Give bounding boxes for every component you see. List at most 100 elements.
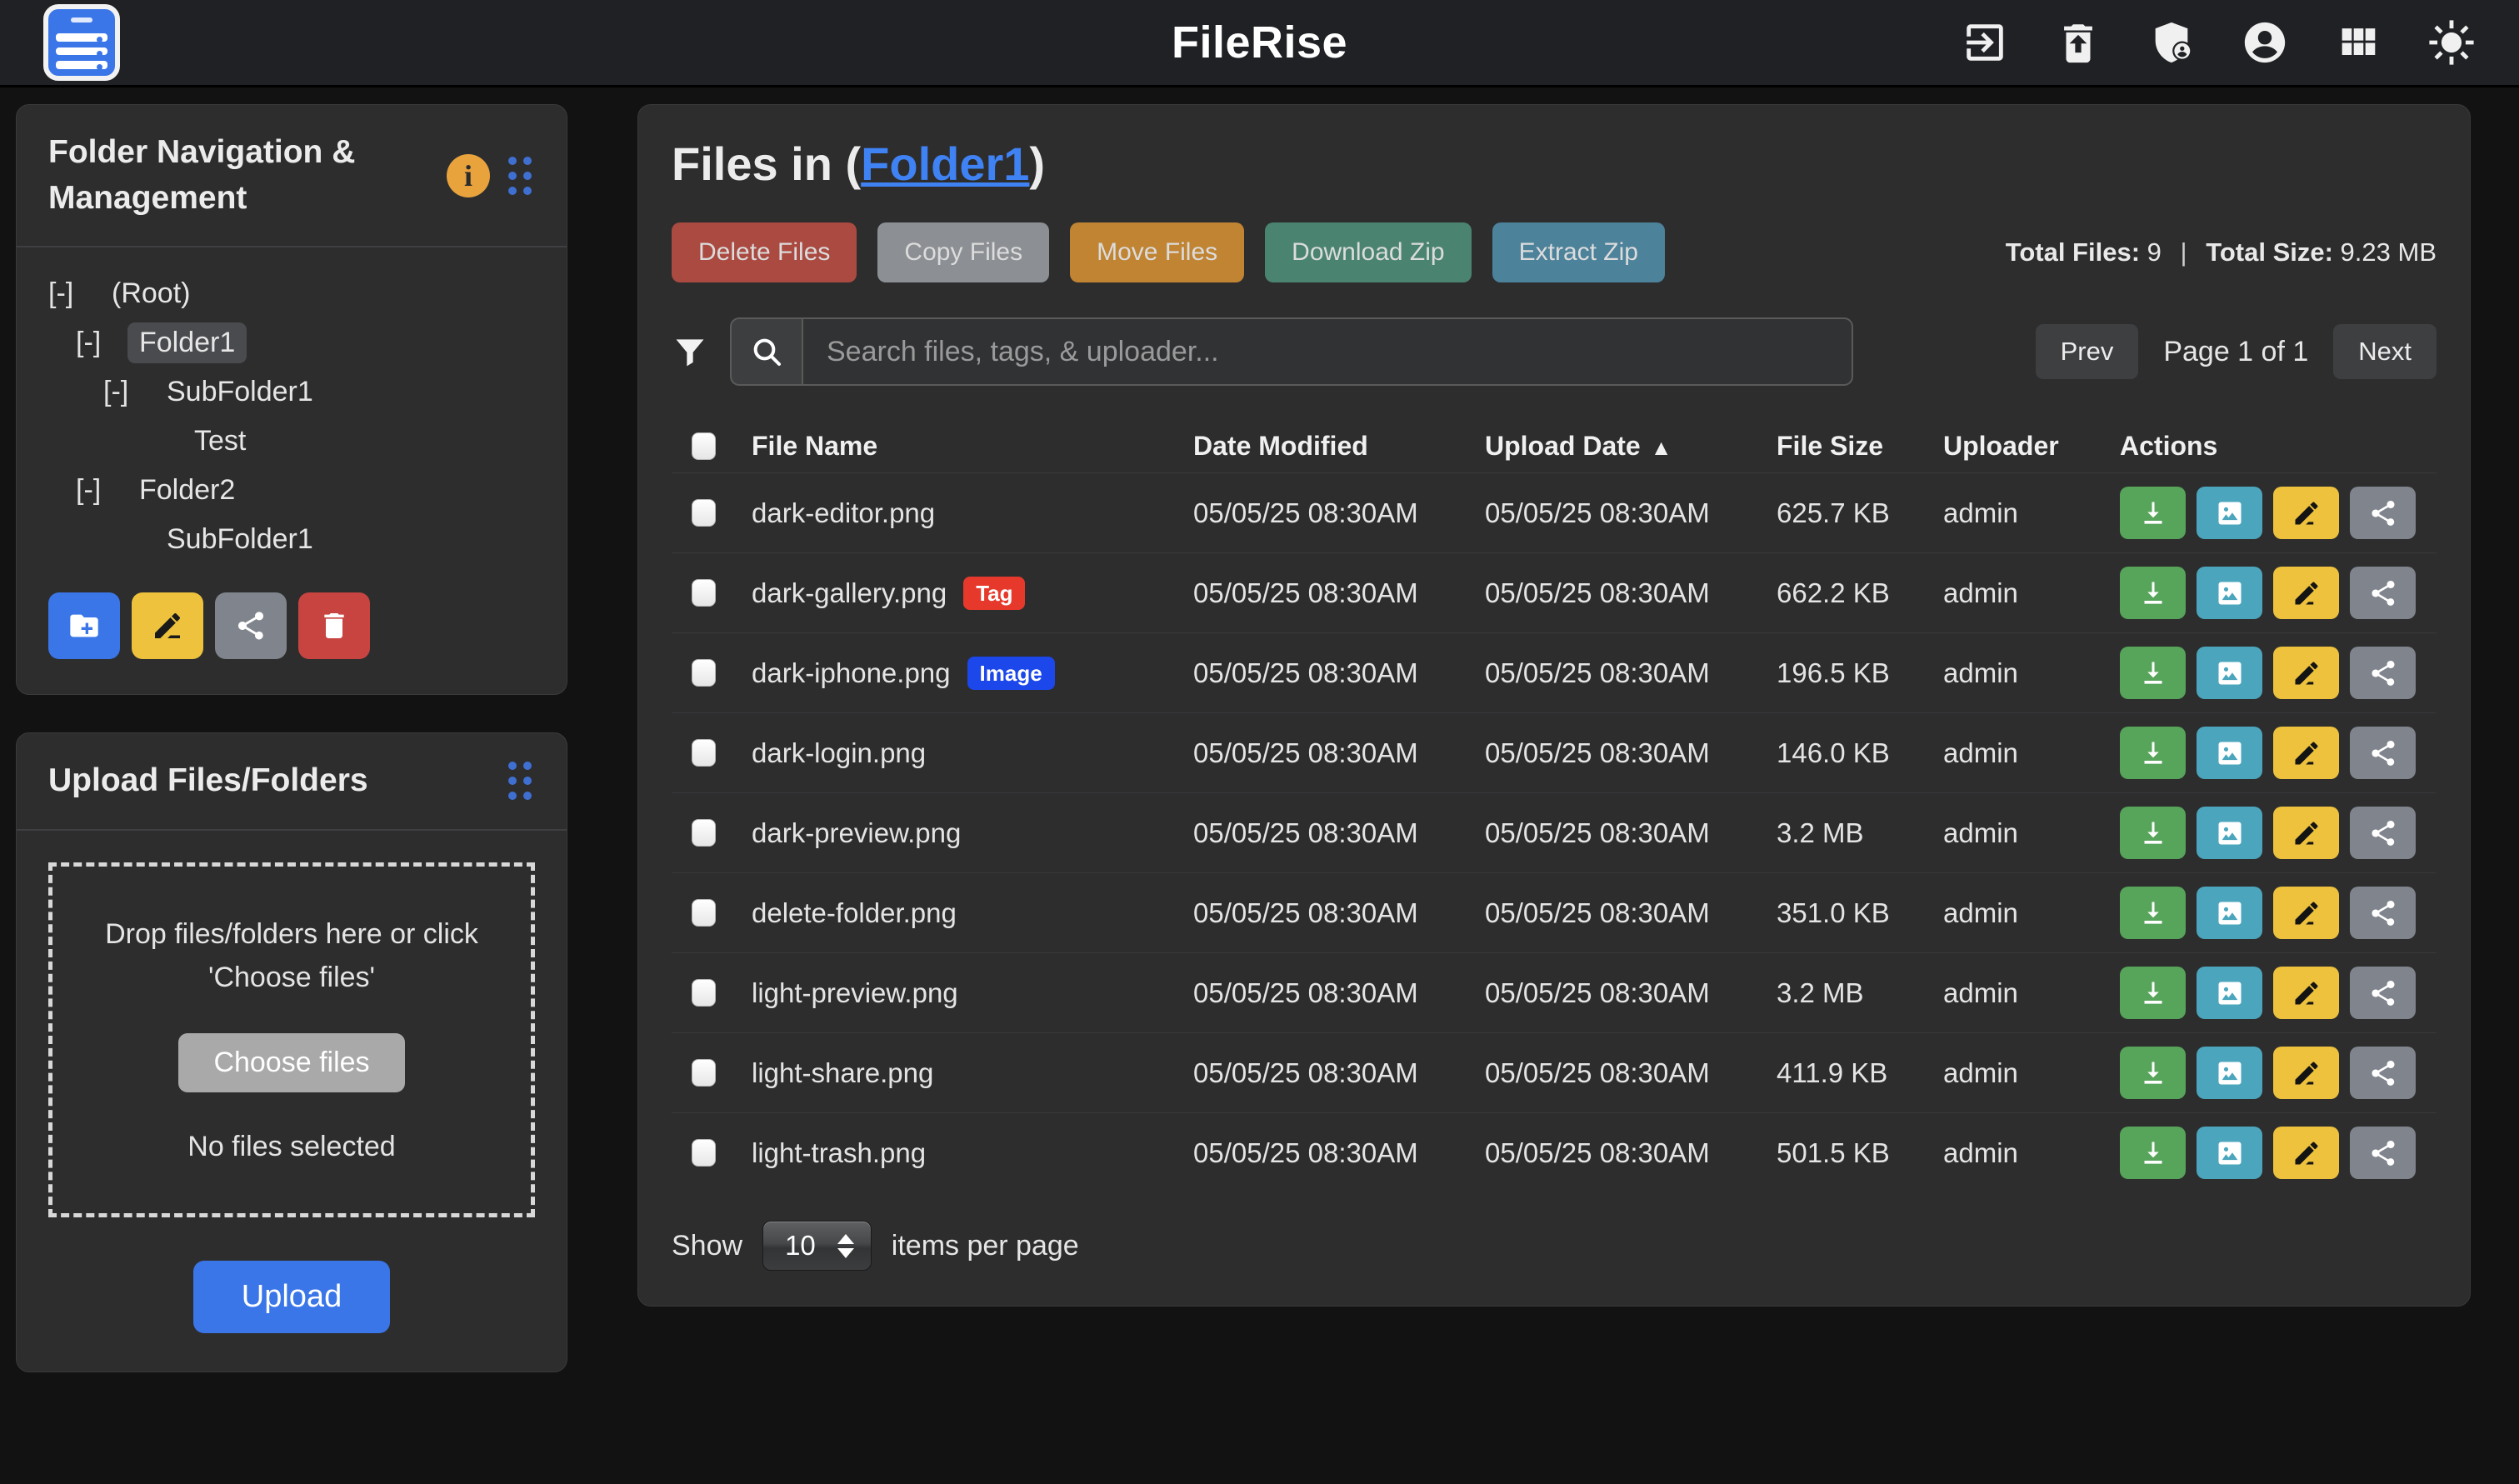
app-logo-icon[interactable] xyxy=(43,4,120,81)
upload-button[interactable]: Upload xyxy=(193,1261,390,1333)
row-checkbox[interactable] xyxy=(692,659,716,687)
rename-folder-button[interactable] xyxy=(132,592,203,659)
share-file-button[interactable] xyxy=(2350,967,2416,1019)
edit-file-button[interactable] xyxy=(2273,1047,2339,1099)
select-all-checkbox[interactable] xyxy=(692,432,716,460)
file-name[interactable]: delete-folder.png xyxy=(752,897,957,929)
row-checkbox[interactable] xyxy=(692,499,716,527)
preview-file-button[interactable] xyxy=(2197,807,2262,859)
preview-file-button[interactable] xyxy=(2197,647,2262,699)
share-file-button[interactable] xyxy=(2350,807,2416,859)
items-per-page-select[interactable]: 10 xyxy=(762,1221,872,1271)
folder-tree-item[interactable]: [-] Folder2 xyxy=(48,466,535,515)
move-files-button[interactable]: Move Files xyxy=(1070,222,1244,282)
folder-name[interactable]: (Root) xyxy=(100,273,202,314)
file-name[interactable]: light-preview.png xyxy=(752,977,958,1009)
share-file-button[interactable] xyxy=(2350,727,2416,779)
row-checkbox[interactable] xyxy=(692,579,716,607)
folder-tree-item[interactable]: [-]SubFolder1 xyxy=(48,515,535,564)
file-name[interactable]: dark-login.png xyxy=(752,737,926,769)
download-file-button[interactable] xyxy=(2120,487,2186,539)
row-checkbox[interactable] xyxy=(692,979,716,1007)
folder-name[interactable]: Test xyxy=(182,421,257,462)
current-folder-link[interactable]: Folder1 xyxy=(861,137,1029,190)
preview-file-button[interactable] xyxy=(2197,887,2262,939)
upload-dropzone[interactable]: Drop files/folders here or click 'Choose… xyxy=(48,862,535,1217)
download-file-button[interactable] xyxy=(2120,647,2186,699)
admin-shield-icon[interactable] xyxy=(2147,18,2196,67)
search-icon[interactable] xyxy=(730,317,802,386)
tree-toggle[interactable]: [-] xyxy=(76,474,116,507)
search-input[interactable] xyxy=(802,317,1853,386)
header-uploader[interactable]: Uploader xyxy=(1943,431,2120,462)
folder-name[interactable]: Folder1 xyxy=(127,322,247,363)
download-file-button[interactable] xyxy=(2120,567,2186,619)
choose-files-button[interactable]: Choose files xyxy=(178,1033,404,1092)
info-icon[interactable]: i xyxy=(447,154,490,197)
extract-zip-button[interactable]: Extract Zip xyxy=(1492,222,1665,282)
user-profile-icon[interactable] xyxy=(2241,18,2289,67)
delete-files-button[interactable]: Delete Files xyxy=(672,222,857,282)
header-upload-date[interactable]: Upload Date▲ xyxy=(1485,431,1777,462)
edit-file-button[interactable] xyxy=(2273,967,2339,1019)
folder-tree-item[interactable]: [-] (Root) xyxy=(48,269,535,318)
file-name[interactable]: light-share.png xyxy=(752,1057,933,1089)
tree-toggle[interactable]: [-] xyxy=(48,277,88,310)
download-file-button[interactable] xyxy=(2120,807,2186,859)
file-name[interactable]: dark-editor.png xyxy=(752,497,935,529)
file-name[interactable]: dark-gallery.png xyxy=(752,577,947,609)
folder-tree-item[interactable]: [-]Test xyxy=(48,417,535,466)
preview-file-button[interactable] xyxy=(2197,1047,2262,1099)
copy-files-button[interactable]: Copy Files xyxy=(877,222,1049,282)
delete-folder-button[interactable] xyxy=(298,592,370,659)
row-checkbox[interactable] xyxy=(692,1139,716,1167)
logout-icon[interactable] xyxy=(1961,18,2009,67)
filter-icon[interactable] xyxy=(672,333,708,370)
light-mode-icon[interactable] xyxy=(2427,18,2476,67)
header-file-size[interactable]: File Size xyxy=(1777,431,1943,462)
prev-page-button[interactable]: Prev xyxy=(2036,324,2139,379)
file-name[interactable]: dark-iphone.png xyxy=(752,657,951,689)
tree-toggle[interactable]: [-] xyxy=(103,376,143,408)
next-page-button[interactable]: Next xyxy=(2333,324,2437,379)
preview-file-button[interactable] xyxy=(2197,487,2262,539)
preview-file-button[interactable] xyxy=(2197,967,2262,1019)
folder-name[interactable]: Folder2 xyxy=(127,470,247,511)
folder-tree-item[interactable]: [-] SubFolder1 xyxy=(48,367,535,417)
edit-file-button[interactable] xyxy=(2273,727,2339,779)
edit-file-button[interactable] xyxy=(2273,487,2339,539)
grid-view-icon[interactable] xyxy=(2334,18,2382,67)
tree-toggle[interactable]: [-] xyxy=(76,327,116,359)
edit-file-button[interactable] xyxy=(2273,1127,2339,1179)
folder-tree-item[interactable]: [-] Folder1 xyxy=(48,318,535,367)
folder-name[interactable]: SubFolder1 xyxy=(155,519,325,560)
row-checkbox[interactable] xyxy=(692,1059,716,1087)
create-folder-button[interactable] xyxy=(48,592,120,659)
row-checkbox[interactable] xyxy=(692,819,716,847)
drag-handle-icon[interactable] xyxy=(505,153,535,198)
download-file-button[interactable] xyxy=(2120,1127,2186,1179)
share-file-button[interactable] xyxy=(2350,887,2416,939)
edit-file-button[interactable] xyxy=(2273,647,2339,699)
file-name[interactable]: dark-preview.png xyxy=(752,817,961,849)
drag-handle-icon[interactable] xyxy=(505,758,535,803)
share-file-button[interactable] xyxy=(2350,487,2416,539)
file-name[interactable]: light-trash.png xyxy=(752,1137,926,1169)
preview-file-button[interactable] xyxy=(2197,567,2262,619)
header-date-modified[interactable]: Date Modified xyxy=(1193,431,1485,462)
edit-file-button[interactable] xyxy=(2273,887,2339,939)
share-folder-button[interactable] xyxy=(215,592,287,659)
download-zip-button[interactable]: Download Zip xyxy=(1265,222,1471,282)
preview-file-button[interactable] xyxy=(2197,1127,2262,1179)
preview-file-button[interactable] xyxy=(2197,727,2262,779)
header-file-name[interactable]: File Name xyxy=(752,431,1193,462)
trash-restore-icon[interactable] xyxy=(2054,18,2102,67)
row-checkbox[interactable] xyxy=(692,739,716,767)
download-file-button[interactable] xyxy=(2120,967,2186,1019)
share-file-button[interactable] xyxy=(2350,1047,2416,1099)
folder-name[interactable]: SubFolder1 xyxy=(155,372,325,412)
edit-file-button[interactable] xyxy=(2273,567,2339,619)
row-checkbox[interactable] xyxy=(692,899,716,927)
edit-file-button[interactable] xyxy=(2273,807,2339,859)
download-file-button[interactable] xyxy=(2120,1047,2186,1099)
